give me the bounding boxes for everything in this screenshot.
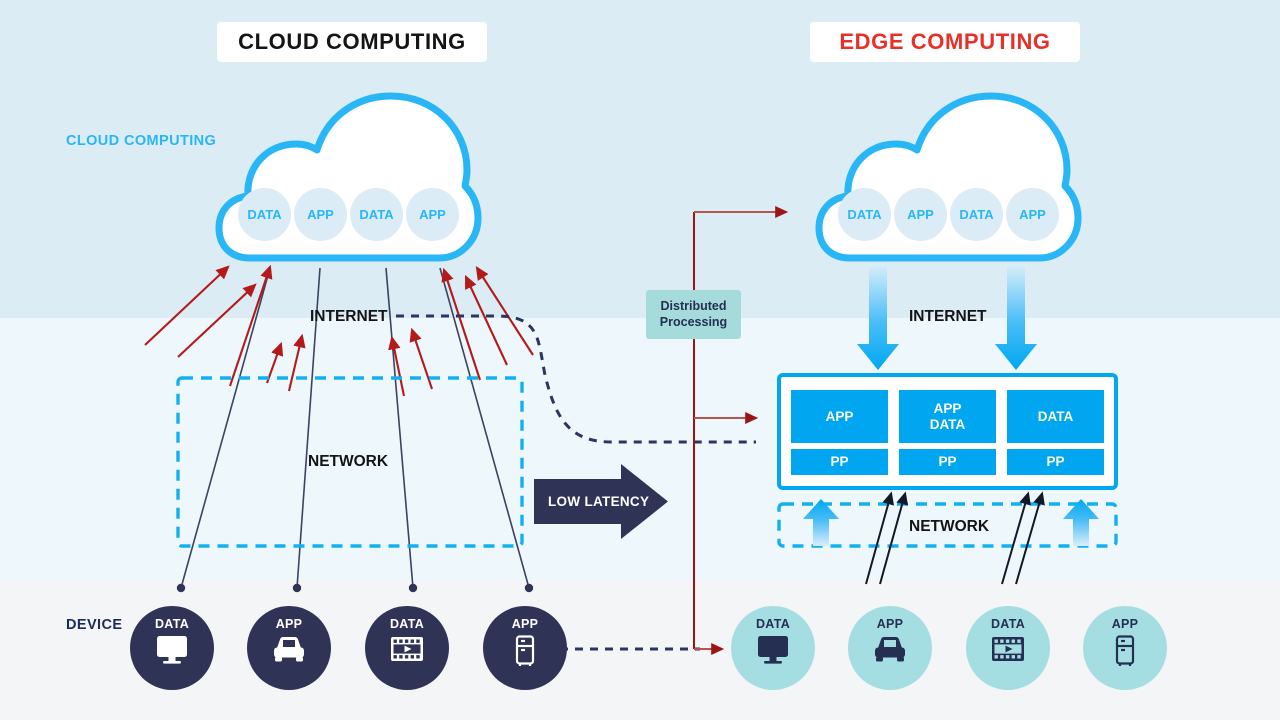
side-label-device: DEVICE	[66, 617, 123, 633]
edge-cell-bottom-0: PP	[791, 449, 888, 475]
distributed-processing-line1: Distributed	[660, 298, 727, 313]
device-left-0: DATA	[130, 606, 214, 690]
label-internet-left: INTERNET	[310, 308, 388, 325]
cloud-left-pill-2: DATA	[350, 188, 403, 241]
refrigerator-icon	[1113, 635, 1137, 667]
page-title-edge: EDGE COMPUTING	[810, 22, 1080, 62]
edge-cell-top-2: DATA	[1007, 390, 1104, 443]
cloud-right-pill-2: DATA	[950, 188, 1003, 241]
edge-cell-top-0-line1: APP	[825, 408, 854, 424]
car-icon	[872, 635, 908, 663]
label-internet-right: INTERNET	[909, 308, 987, 325]
side-label-cloud-computing: CLOUD COMPUTING	[66, 133, 217, 149]
device-to-edge-arrows-right	[865, 491, 1045, 585]
cloud-right-pill-3: APP	[1006, 188, 1059, 241]
page-title-cloud: CLOUD COMPUTING	[217, 22, 487, 62]
cloud-right-pill-1: APP	[894, 188, 947, 241]
device-left-1-label: APP	[275, 617, 303, 631]
cloud-left-pill-1: APP	[294, 188, 347, 241]
label-network-right: NETWORK	[909, 518, 990, 535]
edge-cell-top-1-line2: DATA	[929, 416, 966, 432]
car-icon	[271, 635, 307, 663]
refrigerator-icon	[513, 635, 537, 667]
edge-cell-bottom-1: PP	[899, 449, 996, 475]
device-left-3: APP	[483, 606, 567, 690]
device-left-0-label: DATA	[154, 617, 190, 631]
device-right-2-label: DATA	[990, 617, 1026, 631]
device-left-2: DATA	[365, 606, 449, 690]
device-right-1-label: APP	[876, 617, 904, 631]
device-right-3: APP	[1083, 606, 1167, 690]
device-right-2: DATA	[966, 606, 1050, 690]
film-icon	[390, 635, 424, 663]
cloud-left-pill-0: DATA	[238, 188, 291, 241]
cloud-left-pill-3: APP	[406, 188, 459, 241]
device-line-dots-left	[176, 583, 534, 593]
distributed-processing-branches	[694, 206, 789, 655]
device-right-3-label: APP	[1111, 617, 1139, 631]
edge-cell-top-0: APP	[791, 390, 888, 443]
edge-cell-top-2-line1: DATA	[1037, 408, 1074, 424]
monitor-icon	[756, 635, 790, 665]
distributed-processing-box: Distributed Processing	[646, 290, 741, 339]
device-left-3-label: APP	[511, 617, 539, 631]
label-network-left: NETWORK	[308, 453, 389, 470]
monitor-icon	[155, 635, 189, 665]
diagram-canvas: CLOUD COMPUTING EDGE COMPUTING CLOUD COM…	[0, 0, 1280, 720]
device-right-0: DATA	[731, 606, 815, 690]
cloud-right-pill-0: DATA	[838, 188, 891, 241]
distributed-processing-line2: Processing	[659, 314, 728, 329]
device-left-2-label: DATA	[389, 617, 425, 631]
edge-cell-top-1-line1: APP	[933, 400, 962, 416]
device-right-1: APP	[848, 606, 932, 690]
film-icon	[991, 635, 1025, 663]
device-right-0-label: DATA	[755, 617, 791, 631]
edge-cell-bottom-2: PP	[1007, 449, 1104, 475]
edge-cell-top-1: APP DATA	[899, 390, 996, 443]
device-left-1: APP	[247, 606, 331, 690]
low-latency-label: LOW LATENCY	[548, 494, 650, 509]
